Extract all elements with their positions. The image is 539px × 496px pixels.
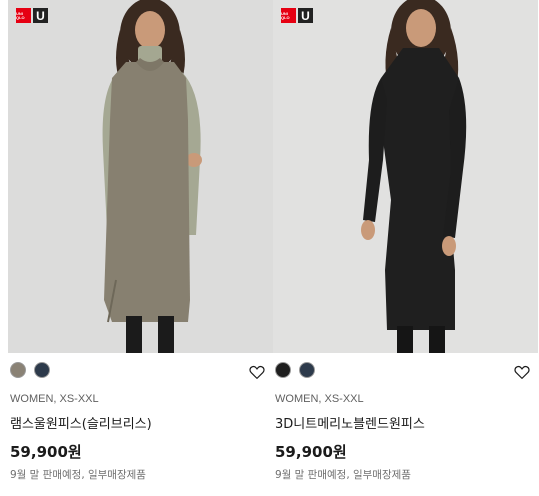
- brand-logo-text: UNI QLO: [281, 10, 290, 20]
- color-swatch-black[interactable]: [275, 362, 291, 378]
- brand-logo: UNI QLO U: [281, 8, 313, 23]
- color-swatch-beige[interactable]: [10, 362, 26, 378]
- color-swatches: [275, 362, 315, 378]
- sub-brand-tile: U: [298, 8, 313, 23]
- brand-logo-tile: UNI QLO: [281, 8, 296, 23]
- product-price: 59,900원: [10, 443, 82, 461]
- model-photo-lambswool-dress: [102, 0, 202, 353]
- product-image[interactable]: UNI QLO U: [8, 0, 273, 353]
- product-card[interactable]: UNI QLO U WOMEN, XS-XXL 램스울원피스(슬리브리스) 59…: [8, 0, 274, 496]
- heart-outline-icon[interactable]: [248, 363, 266, 381]
- product-grid: UNI QLO U WOMEN, XS-XXL 램스울원피스(슬리브리스) 59…: [0, 0, 539, 496]
- product-name[interactable]: 램스울원피스(슬리브리스): [10, 413, 152, 432]
- brand-logo-text: UNI QLO: [16, 10, 25, 20]
- model-photo-merino-dress: [361, 0, 467, 353]
- product-card[interactable]: UNI QLO U WOMEN, XS-XXL 3D니트메리노블렌드원피스 59…: [273, 0, 539, 496]
- product-note: 9월 말 판매예정, 일부매장제품: [10, 469, 146, 481]
- color-swatch-navy[interactable]: [34, 362, 50, 378]
- brand-logo: UNI QLO U: [16, 8, 48, 23]
- sub-brand-tile: U: [33, 8, 48, 23]
- product-note: 9월 말 판매예정, 일부매장제품: [275, 469, 411, 481]
- product-price: 59,900원: [275, 443, 347, 461]
- product-category: WOMEN, XS-XXL: [10, 393, 99, 405]
- color-swatch-navy[interactable]: [299, 362, 315, 378]
- product-category: WOMEN, XS-XXL: [275, 393, 364, 405]
- product-name[interactable]: 3D니트메리노블렌드원피스: [275, 413, 425, 432]
- color-swatches: [10, 362, 50, 378]
- product-image[interactable]: UNI QLO U: [273, 0, 538, 353]
- brand-logo-tile: UNI QLO: [16, 8, 31, 23]
- heart-outline-icon[interactable]: [513, 363, 531, 381]
